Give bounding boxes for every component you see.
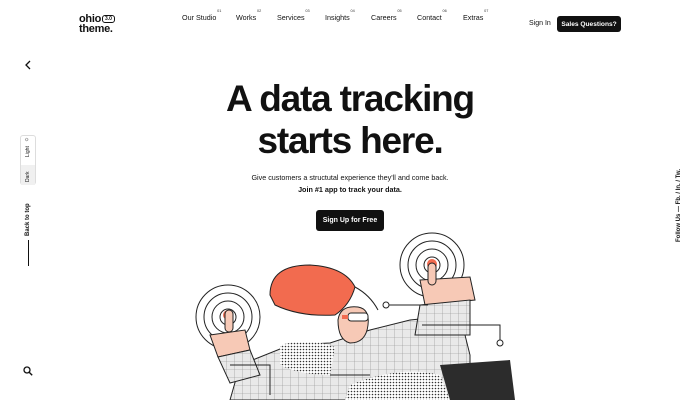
- theme-dark-option[interactable]: Dark: [21, 165, 35, 185]
- theme-light-option[interactable]: ☼ Light: [21, 136, 35, 164]
- nav-label: Contact: [417, 13, 442, 22]
- sales-questions-button[interactable]: Sales Questions?: [557, 16, 621, 32]
- back-to-top-line: [28, 240, 29, 266]
- sign-in-link[interactable]: Sign In: [529, 20, 551, 27]
- theme-light-label: Light: [25, 146, 31, 157]
- follow-us-links[interactable]: Follow Us — Fb. / In. / Tw.: [676, 169, 682, 242]
- search-icon[interactable]: [23, 366, 33, 376]
- nav-item-careers[interactable]: 05 Careers: [371, 9, 402, 22]
- back-to-top-link[interactable]: Back to top: [25, 203, 31, 236]
- nav-number: 04: [350, 9, 355, 13]
- chevron-left-icon[interactable]: [24, 60, 32, 70]
- nav-number: 01: [217, 9, 222, 13]
- nav-item-services[interactable]: 03 Services: [277, 9, 310, 22]
- hero-subtitle-bold: Join #1 app to track your data.: [298, 185, 402, 194]
- nav-label: Careers: [371, 13, 397, 22]
- nav-item-insights[interactable]: 04 Insights: [325, 9, 355, 22]
- nav-label: Extras: [463, 13, 484, 22]
- nav-number: 07: [484, 9, 489, 13]
- nav-label: Insights: [325, 13, 350, 22]
- nav-label: Our Studio: [182, 13, 217, 22]
- nav-label: Services: [277, 13, 305, 22]
- nav-label: Works: [236, 13, 257, 22]
- hero-illustration: [195, 232, 515, 400]
- nav-number: 05: [397, 9, 402, 13]
- nav-item-extras[interactable]: 07 Extras: [463, 9, 488, 22]
- nav-number: 02: [257, 9, 262, 13]
- nav-item-works[interactable]: 02 Works: [236, 9, 261, 22]
- hero-title: A data tracking starts here.: [150, 78, 550, 162]
- nav-number: 06: [442, 9, 447, 13]
- nav-item-contact[interactable]: 06 Contact: [417, 9, 447, 22]
- nav-item-our-studio[interactable]: 01 Our Studio: [182, 9, 221, 22]
- site-header: ohio 3.0 theme. 01 Our Studio 02 Works 0…: [0, 0, 700, 50]
- theme-dark-label: Dark: [25, 171, 31, 182]
- hero-title-line2: starts here.: [257, 120, 443, 161]
- theme-switch: ☼ Light Dark: [20, 135, 36, 185]
- hero-title-line1: A data tracking: [226, 78, 475, 119]
- nav-number: 03: [305, 9, 310, 13]
- hero-subtitle: Give customers a structutal experience t…: [251, 173, 449, 182]
- sun-icon: ☼: [24, 137, 30, 143]
